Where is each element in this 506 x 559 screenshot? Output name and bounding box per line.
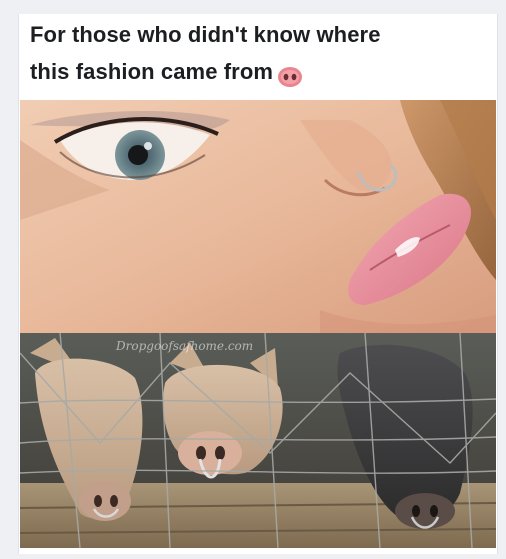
post-frame: For those who didn't know where this fas… [0, 0, 506, 559]
pigs-nose-ring-photo: Dropgoofsafhome.com [20, 333, 496, 548]
woman-nose-ring-photo [20, 100, 496, 333]
pig-nose-emoji-icon [277, 62, 303, 88]
caption-line-2: this fashion came from [30, 53, 470, 90]
post-caption: For those who didn't know where this fas… [30, 16, 470, 90]
watermark-text: Dropgoofsafhome.com [116, 339, 254, 353]
caption-line-1: For those who didn't know where [30, 22, 381, 47]
caption-line-2-text: this fashion came from [30, 59, 274, 84]
